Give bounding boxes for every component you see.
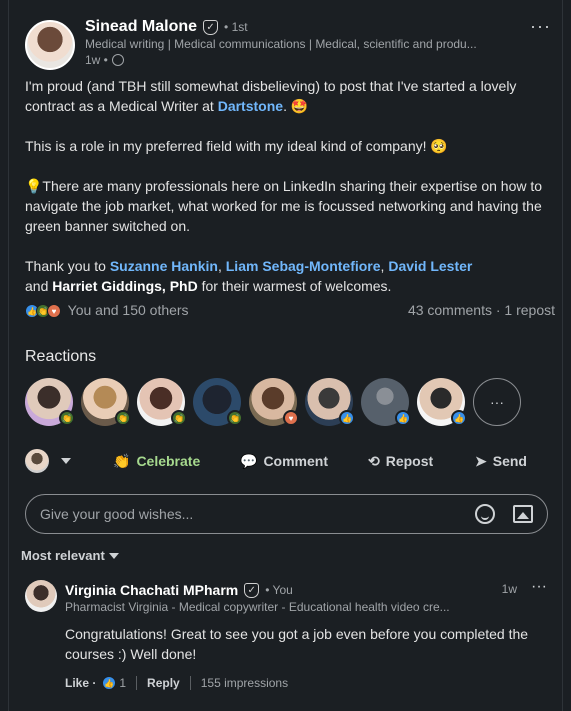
more-options-icon[interactable]: ··· [530,16,551,37]
love-reaction-icon: ♥ [283,410,299,426]
author-avatar[interactable] [25,20,75,70]
mention-link[interactable]: Liam Sebag-Montefiore [226,258,381,274]
action-bar: 👏 Celebrate 💬 Comment ⟲ Repost ➤ Send [25,446,555,476]
commenter-avatar[interactable] [25,580,57,612]
post-time: 1w • [85,53,108,67]
post-paragraph-2: This is a role in my preferred field wit… [25,138,448,154]
like-reaction-icon: 👍 [451,410,467,426]
reactor-avatar[interactable]: 👏 [137,378,187,426]
comment-icon: 💬 [240,452,258,469]
reactor-avatars: 👏 👏 👏 👏 ♥ 👍 👍 👍 ··· [25,378,521,426]
emoji-icon[interactable] [475,504,495,524]
reactor-avatar[interactable]: 👍 [305,378,355,426]
reaction-identity-selector[interactable] [25,449,113,473]
reactions-title: Reactions [25,348,97,365]
mention-text: Harriet Giddings, PhD [52,278,198,294]
celebrate-reaction-icon: 👏 [171,410,187,426]
reactor-avatar[interactable]: 👏 [193,378,243,426]
divider [189,676,191,690]
love-reaction-icon: ♥ [47,304,61,319]
more-reactors-button[interactable]: ··· [473,378,521,426]
commenter-name[interactable]: Virginia Chachati MPharm [65,582,238,598]
reactor-avatar-placeholder[interactable]: 👍 [361,378,411,426]
celebrate-reaction-icon: 👏 [59,410,75,426]
celebrate-icon: 👏 [113,452,131,469]
post-paragraph-3: 💡There are many professionals here on Li… [25,178,543,234]
comment-button[interactable]: 💬 Comment [240,453,368,470]
reactor-avatar[interactable]: 👏 [25,378,75,426]
comment-reply-button[interactable]: Reply [147,676,180,690]
commenter-headline: Pharmacist Virginia - Medical copywriter… [65,600,450,614]
celebrate-button[interactable]: 👏 Celebrate [113,453,240,470]
send-icon: ➤ [475,452,487,469]
comment-like-count: 1 [119,676,127,690]
repost-icon: ⟲ [368,452,380,469]
comment-impressions: 155 impressions [200,676,289,690]
post-header: Sinead Malone ✓ • 1st Medical writing | … [25,16,555,70]
like-reaction-icon: 👍 [102,676,117,690]
post-card: Sinead Malone ✓ • 1st Medical writing | … [8,0,563,711]
comment-like-button[interactable]: Like · [65,676,96,690]
chevron-down-icon [61,458,71,464]
commenter-you-label: • You [265,583,293,597]
social-counts: 👍 👏 ♥ You and 150 others 43 comments · 1… [25,302,555,319]
caret-down-icon [108,552,119,559]
divider [136,676,138,690]
celebrate-reaction-icon: 👏 [227,410,243,426]
comment-meta: Like · 👍 1 Reply 155 impressions [65,676,288,690]
verified-icon: ✓ [244,582,260,598]
current-user-avatar [25,449,49,473]
reactions-summary[interactable]: 👍 👏 ♥ You and 150 others [25,302,189,319]
repost-button[interactable]: ⟲ Repost [368,453,475,470]
mention-link[interactable]: David Lester [388,258,472,274]
like-reaction-icon: 👍 [339,410,355,426]
comment-input[interactable]: Give your good wishes... [25,494,548,534]
image-icon[interactable] [513,505,533,523]
post-body: I'm proud (and TBH still somewhat disbel… [25,76,555,316]
connection-degree: • 1st [224,20,248,34]
company-mention-link[interactable]: Dartstone [218,98,283,114]
like-reaction-icon: 👍 [395,410,411,426]
comment-more-icon[interactable]: ··· [531,578,547,596]
globe-icon [111,54,124,66]
mention-link[interactable]: Suzanne Hankin [110,258,218,274]
reactor-avatar[interactable]: 👍 [417,378,467,426]
send-button[interactable]: ➤ Send [475,453,527,470]
comments-reposts-count[interactable]: 43 comments · 1 repost [408,302,555,318]
verified-icon: ✓ [203,19,219,35]
celebrate-reaction-icon: 👏 [115,410,131,426]
sort-dropdown[interactable]: Most relevant [21,548,119,563]
reactor-avatar[interactable]: 👏 [81,378,131,426]
reactor-avatar[interactable]: ♥ [249,378,299,426]
comment-placeholder: Give your good wishes... [40,506,194,522]
author-name[interactable]: Sinead Malone [85,18,197,36]
comment-text: Congratulations! Great to see you got a … [65,626,529,662]
author-headline: Medical writing | Medical communications… [85,37,477,51]
comment-time: 1w [501,582,517,596]
